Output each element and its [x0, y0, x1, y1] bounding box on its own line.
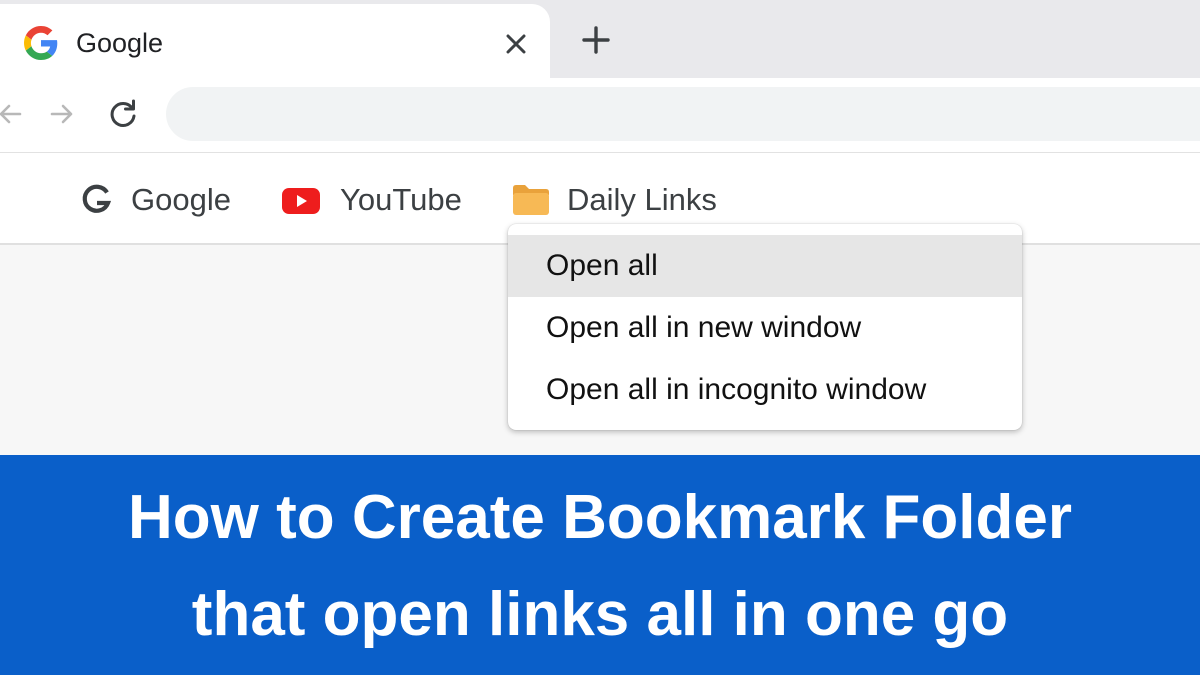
plus-icon[interactable] [578, 22, 614, 58]
menu-item-label: Open all in incognito window [546, 373, 927, 406]
youtube-icon [282, 188, 320, 214]
menu-item-label: Open all in new window [546, 311, 862, 344]
menu-item-open-all-new-window[interactable]: Open all in new window [508, 297, 1022, 359]
menu-item-open-all-incognito[interactable]: Open all in incognito window [508, 359, 1022, 421]
banner-title-line-1: How to Create Bookmark Folder [128, 483, 1072, 552]
menu-item-open-all[interactable]: Open all [508, 235, 1022, 297]
tab-google[interactable]: Google [0, 4, 550, 84]
reload-icon[interactable] [106, 97, 140, 131]
address-bar[interactable] [166, 87, 1200, 141]
toolbar [0, 78, 1200, 153]
bookmark-folder-context-menu: Open all Open all in new window Open all… [508, 224, 1022, 430]
bookmark-label-youtube: YouTube [340, 182, 462, 217]
tab-title: Google [76, 28, 164, 58]
folder-icon [513, 185, 549, 215]
menu-item-label: Open all [546, 249, 658, 282]
caption-banner: How to Create Bookmark Folder that open … [0, 455, 1200, 675]
browser-window: Google Google YouTube Daily Links Open a… [0, 0, 1200, 675]
banner-title-line-2: that open links all in one go [191, 580, 1009, 649]
bookmark-label-daily-links: Daily Links [567, 182, 717, 217]
tab-strip: Google [0, 0, 1200, 84]
arrow-left-icon[interactable] [0, 98, 26, 130]
google-g-icon [82, 184, 112, 213]
bookmark-label-google: Google [131, 182, 231, 217]
arrow-right-icon[interactable] [46, 98, 78, 130]
google-g-icon [24, 26, 58, 60]
close-icon[interactable] [500, 28, 532, 60]
